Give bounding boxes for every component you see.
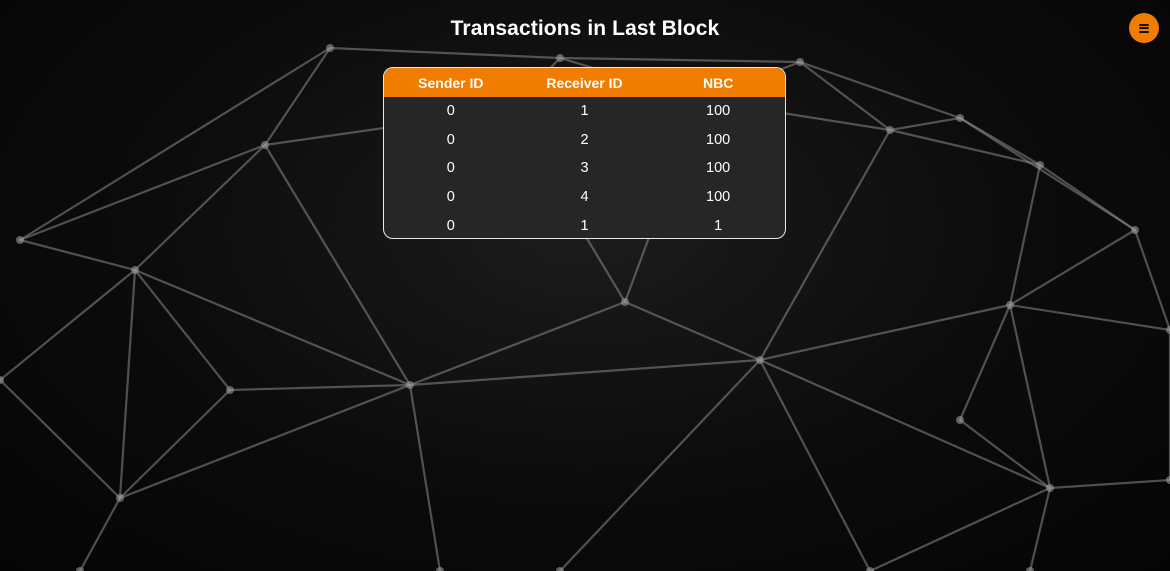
network-line xyxy=(1008,303,1052,490)
network-node xyxy=(436,567,444,571)
network-node xyxy=(1036,161,1044,169)
network-line xyxy=(623,300,762,362)
network-line xyxy=(558,358,762,571)
network-line xyxy=(18,238,137,272)
network-line xyxy=(133,268,412,387)
network-node xyxy=(1006,301,1014,309)
table-row: 0 1 1 xyxy=(384,211,785,238)
network-node xyxy=(116,494,124,502)
table-row: 0 4 100 xyxy=(384,183,785,212)
network-line xyxy=(958,116,1042,167)
cell-sender-id: 0 xyxy=(446,217,455,234)
network-line xyxy=(118,388,232,500)
page-root: Transactions in Last Block Sender ID Rec… xyxy=(0,0,1170,571)
cell-nbc: 1 xyxy=(714,217,723,234)
cell-receiver-id: 3 xyxy=(580,160,589,177)
cell-sender-id: 0 xyxy=(446,131,455,148)
menu-icon-bar xyxy=(1139,27,1149,29)
network-line xyxy=(798,60,892,132)
network-line xyxy=(118,268,137,500)
network-node xyxy=(261,141,269,149)
network-line xyxy=(118,383,412,500)
network-node xyxy=(131,266,139,274)
network-line xyxy=(958,303,1012,422)
network-line xyxy=(1133,228,1170,332)
network-line xyxy=(868,486,1052,571)
network-line xyxy=(1048,478,1170,490)
network-line xyxy=(1008,228,1137,307)
cell-sender-id: 0 xyxy=(446,160,455,177)
table-row: 0 1 100 xyxy=(384,97,785,126)
network-line xyxy=(408,383,442,571)
network-node xyxy=(1166,476,1170,484)
cell-receiver-id: 4 xyxy=(580,189,589,206)
network-node xyxy=(1131,226,1139,234)
network-node xyxy=(226,386,234,394)
network-line xyxy=(228,383,412,392)
table-row: 0 2 100 xyxy=(384,126,785,155)
network-line xyxy=(0,378,122,500)
network-line xyxy=(1008,303,1170,332)
network-line xyxy=(263,46,332,147)
column-header-sender-id: Sender ID xyxy=(418,74,484,91)
network-line xyxy=(888,116,962,132)
network-node xyxy=(796,58,804,66)
network-node xyxy=(621,298,629,306)
network-line xyxy=(78,496,122,571)
network-line xyxy=(328,46,562,60)
network-line xyxy=(133,143,267,272)
cell-sender-id: 0 xyxy=(446,103,455,120)
network-node xyxy=(1026,567,1034,571)
network-line xyxy=(888,128,1042,167)
table-row: 0 3 100 xyxy=(384,154,785,183)
cell-sender-id: 0 xyxy=(446,189,455,206)
network-line xyxy=(133,268,232,392)
network-line xyxy=(758,358,1052,490)
cell-receiver-id: 2 xyxy=(580,131,589,148)
network-line xyxy=(758,358,872,571)
network-line xyxy=(18,46,332,242)
network-node xyxy=(1166,326,1170,334)
network-node xyxy=(556,54,564,62)
network-line xyxy=(758,303,1012,362)
network-line xyxy=(558,56,802,64)
network-node xyxy=(756,356,764,364)
page-title: Transactions in Last Block xyxy=(450,17,720,40)
network-node xyxy=(406,381,414,389)
cell-nbc: 100 xyxy=(706,131,731,148)
cell-receiver-id: 1 xyxy=(580,103,589,120)
network-line xyxy=(1008,163,1042,307)
transactions-table-card: Sender ID Receiver ID NBC 0 1 100 0 2 10… xyxy=(383,67,786,239)
cell-nbc: 100 xyxy=(706,103,731,120)
menu-button[interactable] xyxy=(1129,13,1159,43)
transactions-table: Sender ID Receiver ID NBC 0 1 100 0 2 10… xyxy=(384,68,785,238)
cell-nbc: 100 xyxy=(706,160,731,177)
network-line xyxy=(1038,163,1137,232)
column-header-nbc: NBC xyxy=(702,74,734,91)
network-node xyxy=(326,44,334,52)
network-line xyxy=(1028,486,1052,571)
network-node xyxy=(1046,484,1054,492)
column-header-receiver-id: Receiver ID xyxy=(546,74,623,91)
table-header-row: Sender ID Receiver ID NBC xyxy=(384,68,785,97)
network-node xyxy=(956,114,964,122)
network-node xyxy=(886,126,894,134)
network-node xyxy=(956,416,964,424)
network-line xyxy=(798,60,962,120)
menu-icon-bar xyxy=(1139,30,1149,33)
hamburger-menu-icon xyxy=(1139,23,1149,33)
cell-receiver-id: 1 xyxy=(580,217,589,234)
network-line xyxy=(18,143,267,242)
network-node xyxy=(16,236,24,244)
network-line xyxy=(0,268,137,382)
menu-icon-bar xyxy=(1139,23,1149,26)
cell-nbc: 100 xyxy=(706,189,731,206)
